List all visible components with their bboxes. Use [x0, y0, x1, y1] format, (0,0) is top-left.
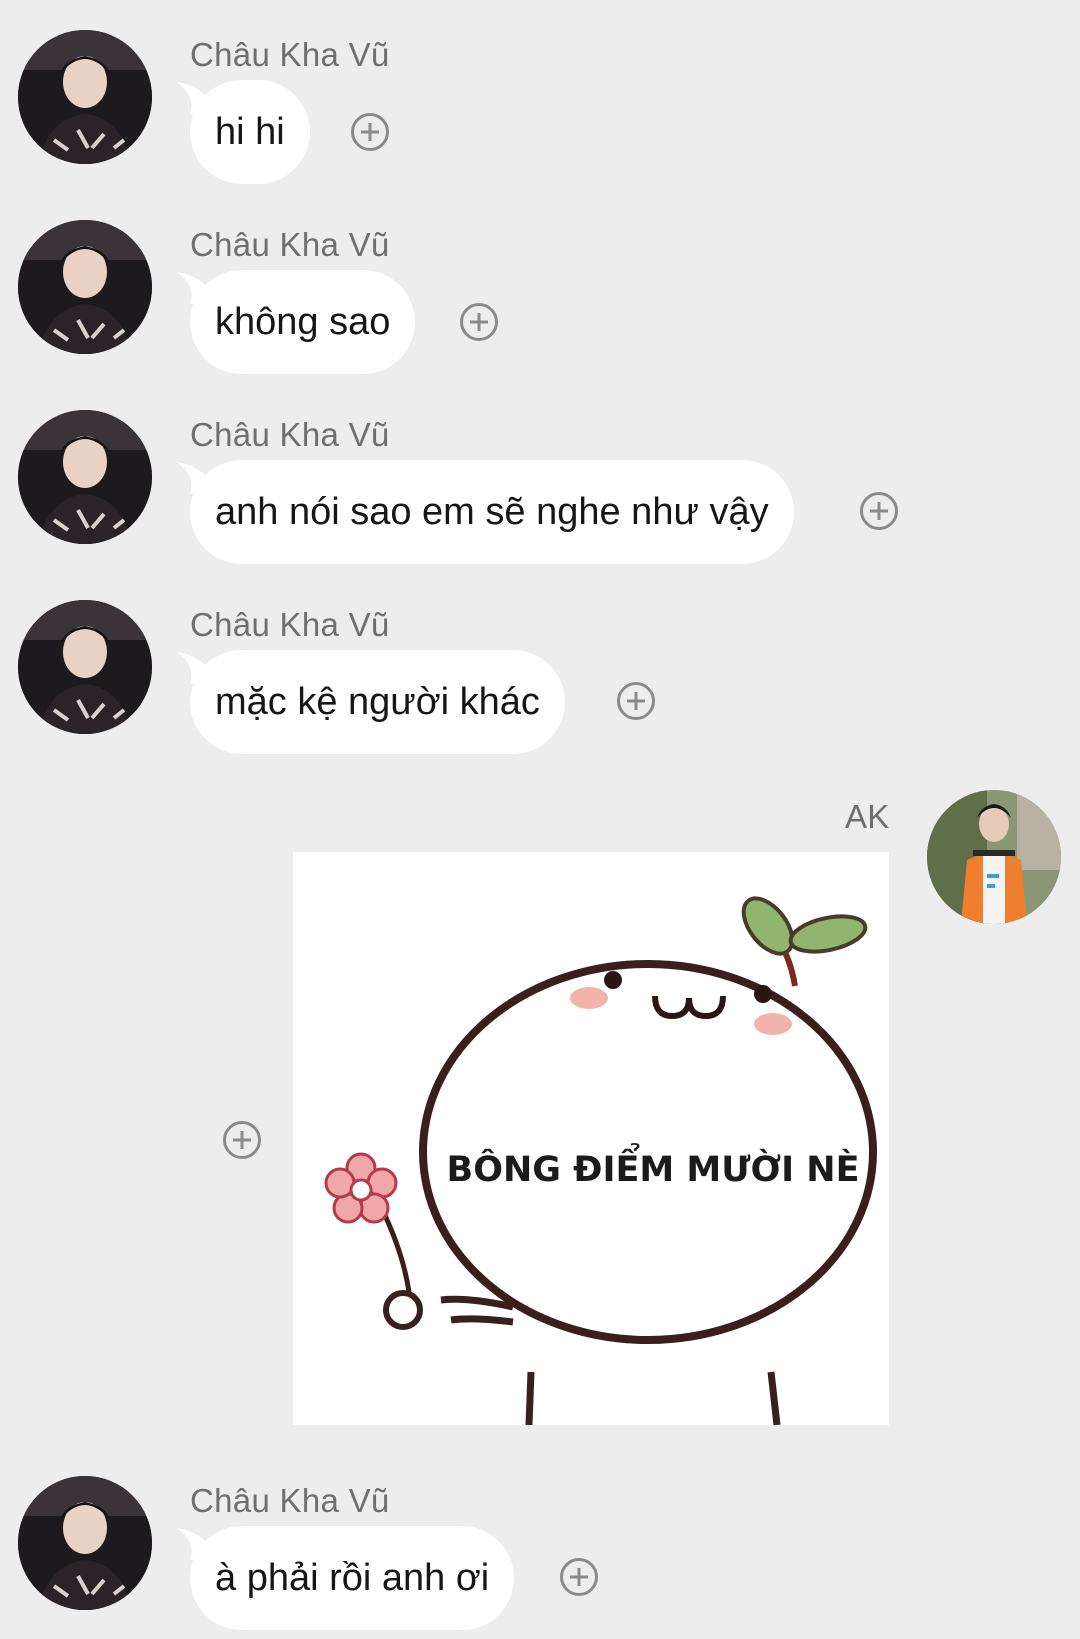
sender-avatar[interactable] — [18, 1476, 152, 1610]
sender-avatar[interactable] — [18, 30, 152, 164]
own-avatar[interactable] — [927, 790, 1061, 924]
sender-name: Châu Kha Vũ — [190, 416, 390, 453]
plus-circle-icon[interactable] — [459, 302, 499, 342]
sender-name: AK — [845, 798, 890, 835]
plus-circle-icon[interactable] — [350, 112, 390, 152]
plus-circle-icon[interactable] — [222, 1120, 262, 1160]
sender-name: Châu Kha Vũ — [190, 1482, 390, 1519]
message-bubble[interactable]: à phải rồi anh ơi — [176, 1526, 515, 1630]
bubble-tail — [176, 272, 216, 304]
message-text: không sao — [215, 301, 391, 343]
sender-avatar[interactable] — [18, 600, 152, 734]
sticker-drawing — [293, 852, 889, 1425]
plus-circle-icon[interactable] — [616, 681, 656, 721]
message-text: anh nói sao em sẽ nghe như vậy — [215, 491, 769, 533]
bubble-tail — [176, 82, 216, 114]
message-bubble[interactable]: không sao — [176, 270, 416, 374]
sender-name: Châu Kha Vũ — [190, 226, 390, 263]
sender-avatar[interactable] — [18, 410, 152, 544]
sticker-image[interactable]: BÔNG ĐIỂM MƯỜI NÈ — [293, 852, 889, 1425]
bubble-tail — [176, 1528, 216, 1560]
message-text: mặc kệ người khác — [215, 681, 540, 723]
message-text: à phải rồi anh ơi — [215, 1557, 490, 1599]
message-text: hi hi — [215, 111, 285, 153]
sender-name: Châu Kha Vũ — [190, 606, 390, 643]
message-bubble[interactable]: hi hi — [176, 80, 310, 184]
message-bubble[interactable]: mặc kệ người khác — [176, 650, 565, 754]
sender-name: Châu Kha Vũ — [190, 36, 390, 73]
message-bubble[interactable]: anh nói sao em sẽ nghe như vậy — [176, 460, 794, 564]
sender-avatar[interactable] — [18, 220, 152, 354]
bubble-tail — [176, 652, 216, 684]
bubble-tail — [176, 462, 216, 494]
plus-circle-icon[interactable] — [859, 491, 899, 531]
sticker-caption: BÔNG ĐIỂM MƯỜI NÈ — [446, 1150, 860, 1190]
plus-circle-icon[interactable] — [559, 1557, 599, 1597]
